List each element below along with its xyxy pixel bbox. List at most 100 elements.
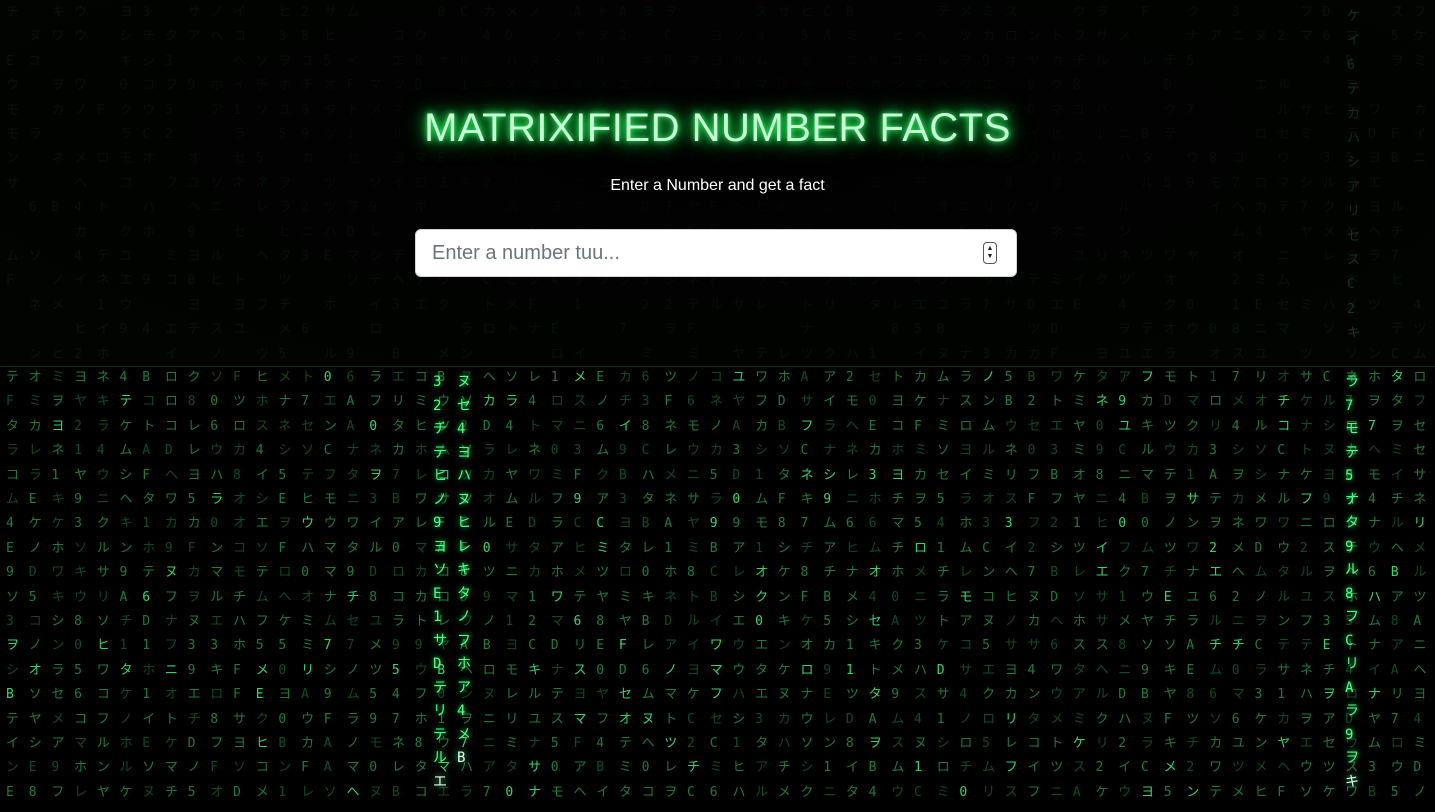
rain-glyph: 1 [460, 78, 468, 94]
rain-glyph: 3 [1368, 760, 1376, 776]
rain-glyph: A [1413, 614, 1422, 629]
rain-glyph: エ [1141, 346, 1155, 362]
rain-glyph: 8 [641, 418, 650, 434]
rain-glyph: ウ [1027, 151, 1041, 167]
rain-glyph: A [1390, 662, 1399, 678]
rain-glyph: ホ [233, 638, 247, 654]
rain-glyph: オ [233, 492, 247, 507]
rain-glyph: カ [74, 224, 88, 240]
rain-glyph: サ [1299, 370, 1313, 385]
rain-glyph: B [391, 346, 400, 362]
rain-glyph: 6 [936, 151, 945, 167]
rain-glyph: ヌ [187, 614, 201, 629]
rain-glyph: カ [1186, 443, 1200, 459]
rain-glyph: ル [1095, 687, 1109, 703]
rain-glyph: サ [1186, 492, 1200, 507]
rain-glyph: ホ [959, 516, 973, 532]
rain-glyph: ハ [914, 662, 928, 678]
rain-glyph: 9 [51, 760, 60, 776]
rain-glyph: レ [936, 53, 950, 69]
rain-stream-glyph: タ [1345, 515, 1359, 531]
rain-glyph: シ [732, 589, 746, 605]
rain-glyph: 4 [74, 249, 82, 264]
rain-glyph: ヒ [1254, 784, 1268, 800]
rain-glyph: モ [233, 565, 247, 581]
rain-glyph: サ [1095, 29, 1109, 45]
rain-glyph: E [437, 151, 446, 167]
rain-glyph: ン [732, 151, 746, 167]
rain-glyph: キ [845, 151, 859, 167]
rain-glyph: ニ [573, 418, 587, 434]
rain-glyph: ワ [1163, 249, 1177, 264]
rain-glyph: ラ [96, 418, 110, 434]
rain-glyph: 1 [755, 540, 763, 556]
rain-glyph: エ [187, 687, 201, 703]
chevron-up-icon[interactable]: ▲ [987, 245, 994, 253]
rain-glyph: ツ [1413, 322, 1427, 338]
rain-glyph: コ [391, 29, 405, 45]
rain-glyph: ソ [1141, 638, 1155, 654]
rain-glyph: テ [119, 394, 133, 410]
rain-glyph: メ [891, 662, 905, 678]
rain-glyph: ヤ [732, 346, 746, 362]
rain-glyph: A [119, 589, 128, 605]
rain-glyph: テ [301, 467, 315, 483]
rain-glyph: D [845, 711, 854, 727]
rain-glyph: レ [1141, 53, 1155, 69]
rain-glyph: チ [187, 322, 201, 338]
rain-glyph: 8 [596, 614, 605, 629]
rain-glyph: ム [1231, 224, 1245, 240]
rain-glyph: ン [709, 151, 723, 167]
rain-glyph: 8 [74, 614, 82, 629]
rain-glyph: セ [346, 151, 360, 167]
rain-glyph: ケ [1299, 467, 1313, 483]
rain-glyph: シ [255, 492, 269, 507]
rain-glyph: 6 [210, 418, 219, 434]
rain-glyph: ク [1163, 297, 1177, 313]
rain-glyph: ル [528, 687, 542, 703]
rain-glyph: レ [301, 784, 315, 800]
number-stepper[interactable]: ▲ ▼ [983, 242, 997, 264]
rain-glyph: オ [618, 711, 632, 727]
rain-glyph: ト [96, 200, 110, 216]
rain-glyph: 9 [982, 53, 990, 69]
rain-glyph: ヌ [641, 711, 655, 727]
rain-stream-glyph: ラ [1345, 374, 1359, 390]
rain-glyph: ム [119, 443, 133, 459]
rain-glyph: エ [391, 53, 405, 69]
rain-glyph: C [528, 638, 536, 654]
rain-glyph: ヲ [664, 784, 678, 800]
rain-glyph: D [1050, 589, 1059, 605]
rain-glyph: 6 [1322, 29, 1331, 45]
rain-glyph: 0 [1209, 322, 1217, 338]
rain-glyph: フ [550, 492, 564, 507]
rain-glyph: サ [1004, 638, 1018, 654]
rain-glyph: ル [1390, 516, 1404, 532]
rain-glyph: ム [505, 492, 519, 507]
rain-glyph: 9 [1095, 443, 1104, 459]
rain-glyph: ヤ [596, 687, 610, 703]
rain-glyph: 0 [1095, 418, 1104, 434]
rain-glyph: オ [1231, 249, 1245, 264]
rain-glyph: メ [959, 5, 973, 20]
rain-glyph: ミ [550, 467, 564, 483]
rain-glyph: ヨ [1413, 687, 1427, 703]
rain-glyph: ト [596, 5, 610, 20]
rain-glyph: ロ [482, 322, 496, 338]
rain-glyph: ヘ [1368, 224, 1382, 240]
rain-glyph: 6 [868, 516, 877, 532]
rain-glyph: 2 [1231, 589, 1240, 605]
rain-glyph: F [323, 711, 332, 727]
rain-glyph: B [1231, 322, 1240, 338]
rain-glyph: ン [119, 540, 133, 556]
rain-glyph: コ [891, 418, 905, 434]
rain-glyph: D [1118, 687, 1127, 703]
chevron-down-icon[interactable]: ▼ [987, 253, 994, 261]
number-input[interactable] [416, 231, 983, 275]
rain-glyph: エ [391, 370, 405, 385]
rain-glyph: ハ [1299, 687, 1313, 703]
rain-glyph: ア [1209, 29, 1223, 45]
rain-glyph: ン [6, 151, 20, 167]
rain-glyph: メ [914, 565, 928, 581]
rain-glyph: オ [164, 687, 178, 703]
